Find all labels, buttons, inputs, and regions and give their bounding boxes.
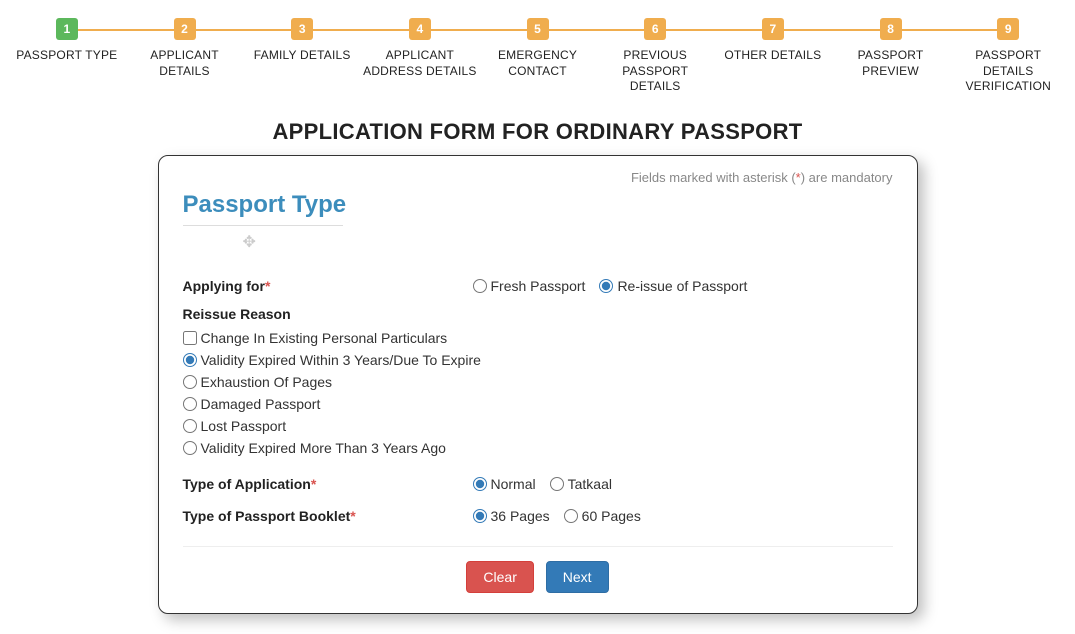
step-number: 6 bbox=[644, 18, 666, 40]
radio-reissue-passport[interactable] bbox=[599, 279, 613, 293]
page-title: APPLICATION FORM FOR ORDINARY PASSPORT bbox=[0, 119, 1075, 145]
option-validity-expired-3yr[interactable]: Validity Expired Within 3 Years/Due To E… bbox=[183, 352, 893, 368]
step-label: PASSPORT DETAILS VERIFICATION bbox=[949, 48, 1067, 95]
step-label: APPLICANT DETAILS bbox=[126, 48, 244, 79]
list-reissue-reason: Change In Existing Personal Particulars … bbox=[183, 330, 893, 456]
row-app-type: Type of Application* Normal Tatkaal bbox=[183, 466, 893, 498]
required-asterisk: * bbox=[350, 508, 355, 524]
row-booklet: Type of Passport Booklet* 36 Pages 60 Pa… bbox=[183, 498, 893, 530]
radio-60-pages[interactable] bbox=[564, 509, 578, 523]
option-lost-passport[interactable]: Lost Passport bbox=[183, 418, 893, 434]
step-number: 2 bbox=[174, 18, 196, 40]
option-tatkaal[interactable]: Tatkaal bbox=[550, 476, 612, 492]
step-label: APPLICANT ADDRESS DETAILS bbox=[361, 48, 479, 79]
option-change-particulars[interactable]: Change In Existing Personal Particulars bbox=[183, 330, 893, 346]
option-label: Tatkaal bbox=[568, 476, 612, 492]
required-asterisk: * bbox=[265, 278, 270, 294]
label-booklet: Type of Passport Booklet* bbox=[183, 508, 473, 524]
radio-validity-expired-3yr[interactable] bbox=[183, 353, 197, 367]
mandatory-note-post: ) are mandatory bbox=[801, 170, 893, 185]
option-normal[interactable]: Normal bbox=[473, 476, 536, 492]
radio-damaged-passport[interactable] bbox=[183, 397, 197, 411]
step-number: 3 bbox=[291, 18, 313, 40]
heading-reissue-reason: Reissue Reason bbox=[183, 300, 893, 330]
option-reissue-passport[interactable]: Re-issue of Passport bbox=[599, 278, 747, 294]
checkbox-change-particulars[interactable] bbox=[183, 331, 197, 345]
form-divider bbox=[183, 546, 893, 547]
form-panel: Fields marked with asterisk ( * ) are mand… bbox=[158, 155, 918, 614]
step-number: 5 bbox=[527, 18, 549, 40]
step-label: PASSPORT TYPE bbox=[14, 48, 119, 64]
label-text: Type of Application bbox=[183, 476, 311, 492]
group-reissue-reason: Reissue Reason Change In Existing Person… bbox=[183, 300, 893, 466]
controls-applying-for: Fresh Passport Re-issue of Passport bbox=[473, 278, 893, 294]
step-passport-type[interactable]: 1 PASSPORT TYPE bbox=[8, 18, 126, 95]
form-actions: Clear Next bbox=[183, 557, 893, 593]
step-label: EMERGENCY CONTACT bbox=[479, 48, 597, 79]
option-label: 60 Pages bbox=[582, 508, 641, 524]
stepper: 1 PASSPORT TYPE 2 APPLICANT DETAILS 3 FA… bbox=[0, 0, 1075, 95]
step-number: 4 bbox=[409, 18, 431, 40]
option-label: Lost Passport bbox=[201, 418, 287, 434]
option-36-pages[interactable]: 36 Pages bbox=[473, 508, 550, 524]
label-text: Type of Passport Booklet bbox=[183, 508, 351, 524]
heading-divider bbox=[183, 225, 343, 226]
step-number: 1 bbox=[56, 18, 78, 40]
option-60-pages[interactable]: 60 Pages bbox=[564, 508, 641, 524]
label-applying-for: Applying for* bbox=[183, 278, 473, 294]
step-label: FAMILY DETAILS bbox=[252, 48, 353, 64]
option-label: Validity Expired More Than 3 Years Ago bbox=[201, 440, 446, 456]
label-app-type: Type of Application* bbox=[183, 476, 473, 492]
required-asterisk: * bbox=[311, 476, 316, 492]
radio-normal[interactable] bbox=[473, 477, 487, 491]
mandatory-note: Fields marked with asterisk (*) are mand… bbox=[183, 170, 893, 185]
radio-validity-expired-more-3yr[interactable] bbox=[183, 441, 197, 455]
option-exhaustion-pages[interactable]: Exhaustion Of Pages bbox=[183, 374, 893, 390]
radio-exhaustion-pages[interactable] bbox=[183, 375, 197, 389]
step-number: 7 bbox=[762, 18, 784, 40]
step-label: OTHER DETAILS bbox=[722, 48, 823, 64]
radio-36-pages[interactable] bbox=[473, 509, 487, 523]
step-label: PREVIOUS PASSPORT DETAILS bbox=[596, 48, 714, 95]
option-fresh-passport[interactable]: Fresh Passport bbox=[473, 278, 586, 294]
radio-lost-passport[interactable] bbox=[183, 419, 197, 433]
step-number: 8 bbox=[880, 18, 902, 40]
row-applying-for: Applying for* Fresh Passport Re-issue of… bbox=[183, 252, 893, 300]
option-label: Normal bbox=[491, 476, 536, 492]
option-label: 36 Pages bbox=[491, 508, 550, 524]
option-label: Fresh Passport bbox=[491, 278, 586, 294]
option-label: Re-issue of Passport bbox=[617, 278, 747, 294]
option-label: Exhaustion Of Pages bbox=[201, 374, 333, 390]
option-validity-expired-more-3yr[interactable]: Validity Expired More Than 3 Years Ago bbox=[183, 440, 893, 456]
move-icon: ✥ bbox=[243, 232, 256, 252]
controls-app-type: Normal Tatkaal bbox=[473, 476, 893, 492]
clear-button[interactable]: Clear bbox=[466, 561, 533, 593]
next-button[interactable]: Next bbox=[546, 561, 609, 593]
label-text: Applying for bbox=[183, 278, 265, 294]
radio-tatkaal[interactable] bbox=[550, 477, 564, 491]
controls-booklet: 36 Pages 60 Pages bbox=[473, 508, 893, 524]
section-heading: Passport Type bbox=[183, 191, 347, 219]
radio-fresh-passport[interactable] bbox=[473, 279, 487, 293]
option-label: Validity Expired Within 3 Years/Due To E… bbox=[201, 352, 481, 368]
option-label: Damaged Passport bbox=[201, 396, 321, 412]
step-number: 9 bbox=[997, 18, 1019, 40]
option-damaged-passport[interactable]: Damaged Passport bbox=[183, 396, 893, 412]
step-label: PASSPORT PREVIEW bbox=[832, 48, 950, 79]
mandatory-note-pre: Fields marked with asterisk ( bbox=[631, 170, 796, 185]
option-label: Change In Existing Personal Particulars bbox=[201, 330, 448, 346]
